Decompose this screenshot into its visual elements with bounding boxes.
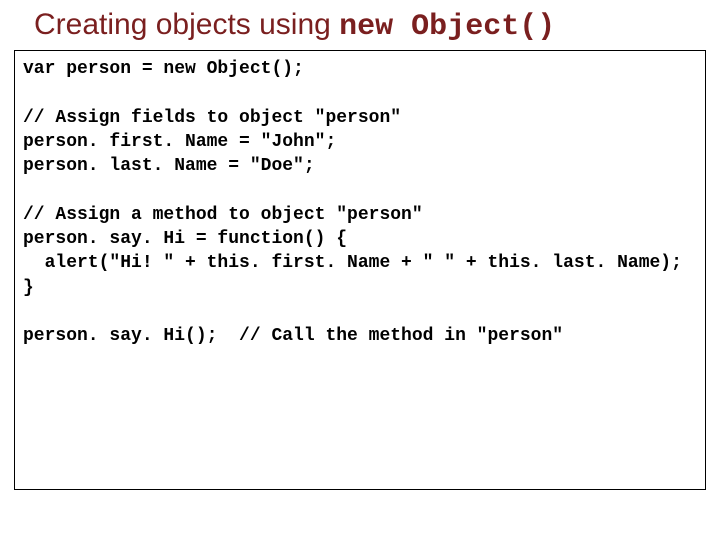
- code-line: }: [23, 278, 34, 298]
- slide-title: Creating objects using new Object(): [14, 8, 706, 50]
- code-box: var person = new Object(); // Assign fie…: [14, 50, 706, 490]
- code-line: person. first. Name = "John";: [23, 132, 336, 152]
- title-prefix: Creating objects using: [34, 8, 339, 41]
- code-line: person. say. Hi(); // Call the method in…: [23, 326, 563, 346]
- code-line: alert("Hi! " + this. first. Name + " " +…: [23, 253, 682, 273]
- code-line: // Assign a method to object "person": [23, 205, 423, 225]
- code-line: person. say. Hi = function() {: [23, 229, 347, 249]
- slide: Creating objects using new Object() var …: [0, 0, 720, 540]
- code-line: // Assign fields to object "person": [23, 108, 401, 128]
- code-line: person. last. Name = "Doe";: [23, 156, 315, 176]
- title-mono: new Object(): [339, 10, 555, 44]
- code-line: var person = new Object();: [23, 59, 304, 79]
